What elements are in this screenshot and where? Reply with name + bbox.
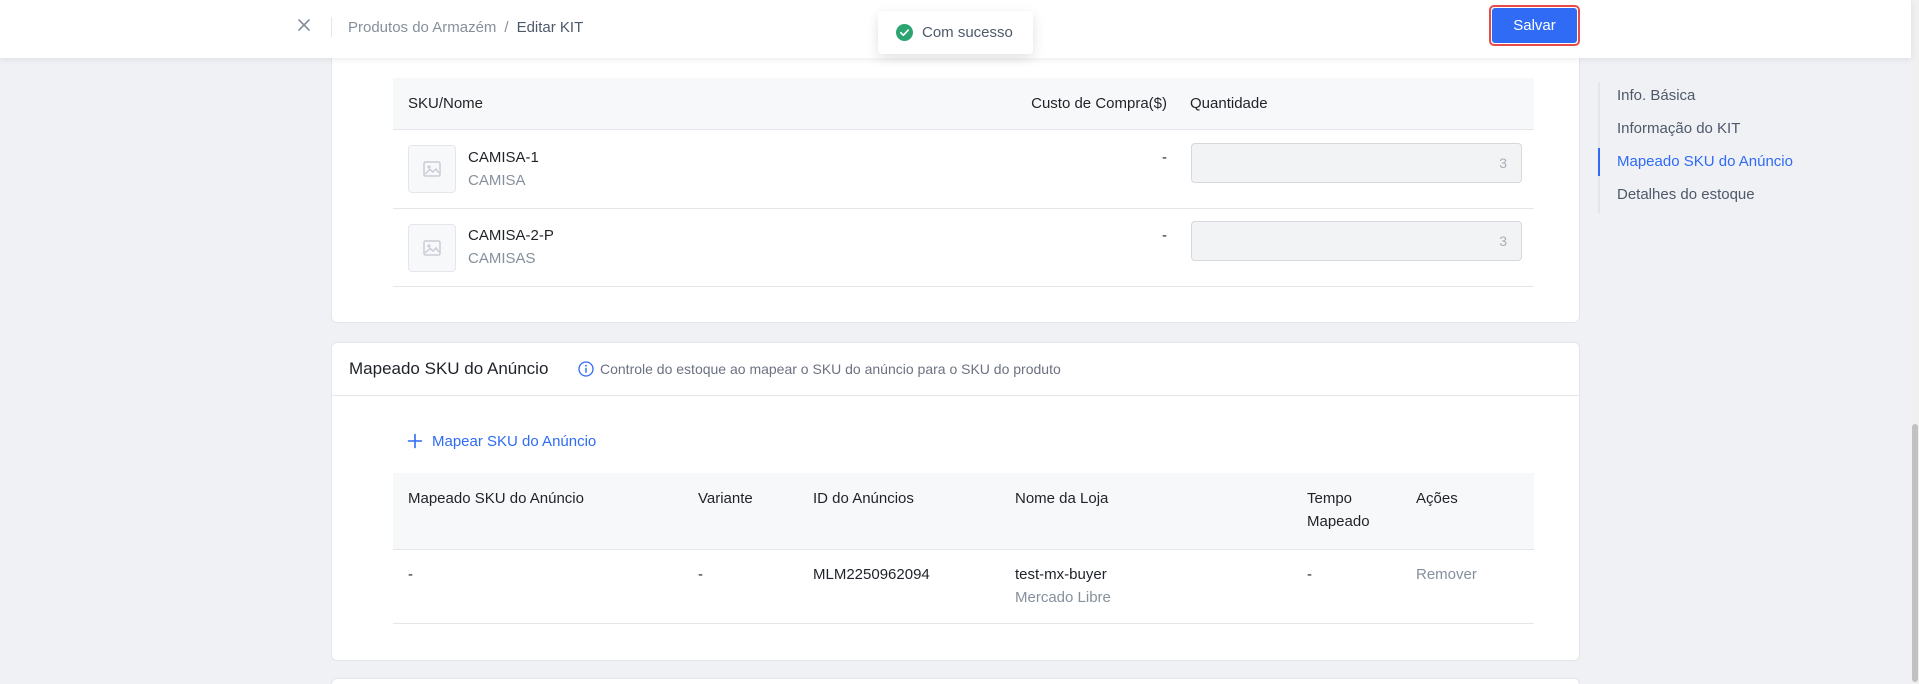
save-button[interactable]: Salvar xyxy=(1489,5,1580,46)
scrollbar-thumb[interactable] xyxy=(1912,424,1918,682)
kit-item-cost: - xyxy=(1162,149,1167,166)
nav-kit-info[interactable]: Informação do KIT xyxy=(1600,115,1740,143)
kit-item-sku: CAMISA-1 xyxy=(468,149,539,166)
kit-table-header: SKU/Nome Custo de Compra($) Quantidade xyxy=(393,78,1534,129)
kit-item-sku: CAMISA-2-P xyxy=(468,227,554,244)
breadcrumb-parent[interactable]: Produtos do Armazém xyxy=(348,19,496,36)
variant-value: - xyxy=(698,566,703,583)
listing-sku-mapping-card: Mapeado SKU do Anúncio Controle do estoq… xyxy=(331,342,1580,661)
plus-icon xyxy=(407,433,423,449)
listing-id-value: MLM2250962094 xyxy=(813,566,930,583)
breadcrumb-separator: / xyxy=(504,19,509,36)
col-mapped-time-line2: Mapeado xyxy=(1307,513,1370,530)
col-quantity: Quantidade xyxy=(1190,95,1268,112)
info-icon xyxy=(578,361,594,377)
close-icon[interactable] xyxy=(294,15,314,35)
divider xyxy=(331,17,332,37)
store-platform-value: Mercado Libre xyxy=(1015,589,1111,606)
store-name-value: test-mx-buyer xyxy=(1015,566,1107,583)
mapped-time-value: - xyxy=(1307,566,1312,583)
kit-table: SKU/Nome Custo de Compra($) Quantidade C… xyxy=(393,78,1534,287)
save-button-label: Salvar xyxy=(1492,8,1577,43)
page-scrollbar[interactable] xyxy=(1911,0,1919,684)
map-listing-sku-label: Mapear SKU do Anúncio xyxy=(432,432,597,450)
mapped-sku-value: - xyxy=(408,566,413,583)
col-store-name: Nome da Loja xyxy=(1015,490,1109,507)
breadcrumb: Produtos do Armazém / Editar KIT xyxy=(348,18,583,38)
kit-items-card: SKU/Nome Custo de Compra($) Quantidade C… xyxy=(331,40,1580,323)
nav-listing-sku-mapping[interactable]: Mapeado SKU do Anúncio xyxy=(1598,148,1793,176)
section-header: Mapeado SKU do Anúncio Controle do estoq… xyxy=(332,343,1579,396)
col-sku-name: SKU/Nome xyxy=(408,95,484,112)
col-purchase-cost: Custo de Compra($) xyxy=(1031,95,1167,112)
section-hint: Controle do estoque ao mapear o SKU do a… xyxy=(600,361,1061,377)
kit-item-cost: - xyxy=(1162,227,1167,244)
product-thumbnail xyxy=(408,224,456,272)
col-mapped-sku: Mapeado SKU do Anúncio xyxy=(408,490,584,507)
quantity-input[interactable] xyxy=(1191,221,1522,261)
mapping-table: Mapeado SKU do Anúncio Variante ID do An… xyxy=(393,473,1534,624)
success-toast: Com sucesso xyxy=(878,11,1033,54)
product-thumbnail xyxy=(408,145,456,193)
check-circle-icon xyxy=(896,24,913,41)
mapping-table-header: Mapeado SKU do Anúncio Variante ID do An… xyxy=(393,473,1534,549)
remove-link[interactable]: Remover xyxy=(1416,563,1477,586)
kit-item-name: CAMISAS xyxy=(468,250,536,267)
nav-basic-info[interactable]: Info. Básica xyxy=(1600,82,1695,110)
col-variant: Variante xyxy=(698,490,753,507)
image-placeholder-icon xyxy=(423,161,441,177)
col-actions: Ações xyxy=(1416,490,1458,507)
section-anchor-nav: Info. Básica Informação do KIT Mapeado S… xyxy=(1598,82,1838,213)
map-listing-sku-button[interactable]: Mapear SKU do Anúncio xyxy=(407,430,596,452)
kit-item-name: CAMISA xyxy=(468,172,526,189)
quantity-input[interactable] xyxy=(1191,143,1522,183)
col-mapped-time: Tempo xyxy=(1307,490,1353,507)
nav-stock-details[interactable]: Detalhes do estoque xyxy=(1600,181,1755,209)
col-listing-id: ID do Anúncios xyxy=(813,490,914,507)
section-title: Mapeado SKU do Anúncio xyxy=(349,359,549,378)
image-placeholder-icon xyxy=(423,240,441,256)
toast-message: Com sucesso xyxy=(922,24,1013,41)
breadcrumb-current: Editar KIT xyxy=(516,19,584,36)
stock-details-card xyxy=(331,678,1580,684)
